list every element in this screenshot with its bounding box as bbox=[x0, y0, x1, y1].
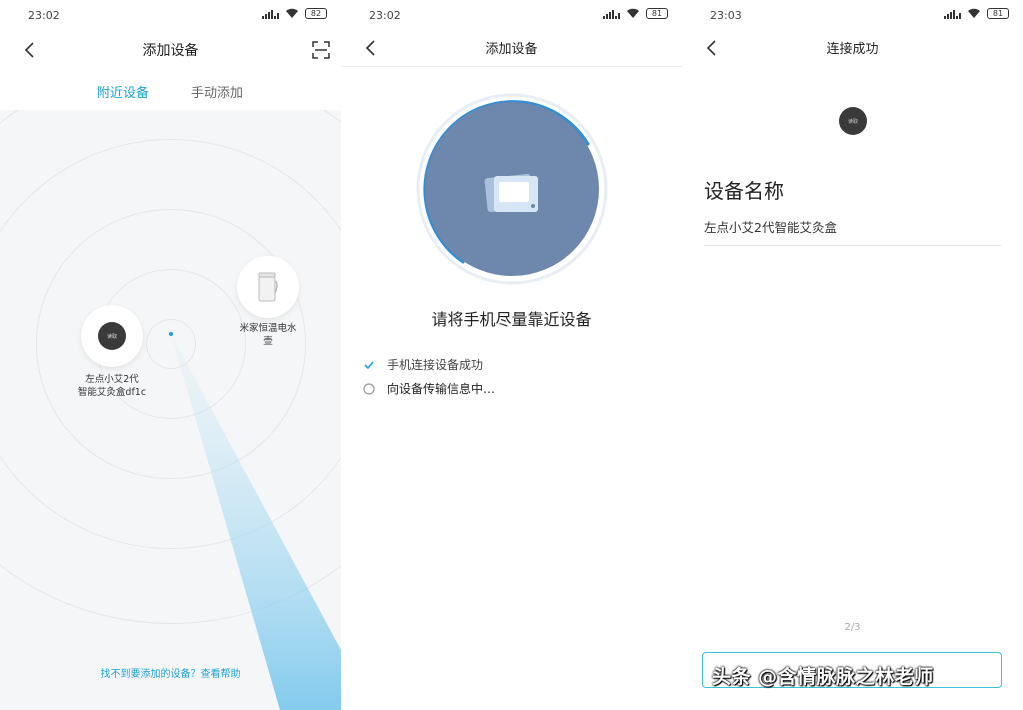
device-label-line: 壶 bbox=[263, 336, 273, 347]
input-underline bbox=[704, 245, 1001, 246]
step-connected: 手机连接设备成功 bbox=[363, 356, 483, 373]
screen-connecting: 23:02 81 添加设备 请将手机尽量靠近设备 手机连接设备成功 向设备传输信… bbox=[341, 0, 682, 710]
screens-container: 23:02 82 添加设备 附近设备 手动添加 读取 左点小艾2代 智能艾灸盒d… bbox=[0, 0, 1023, 710]
screen-add-device-nearby: 23:02 82 添加设备 附近设备 手动添加 读取 左点小艾2代 智能艾灸盒d… bbox=[0, 0, 341, 710]
screen-connect-success: 23:03 81 连接成功 读取 设备名称 左点小艾2代智能艾灸盒 2/3 bbox=[682, 0, 1023, 710]
device-image-icon bbox=[484, 173, 538, 213]
watermark-text: 头条 @含情脉脉之林老师 bbox=[712, 666, 934, 688]
device-name-heading: 设备名称 bbox=[704, 179, 784, 203]
device-kettle[interactable] bbox=[237, 256, 299, 318]
radar-scan-area: 读取 左点小艾2代 智能艾灸盒df1c 米家恒温电水 壶 找不到要添加的设备？查… bbox=[0, 110, 341, 710]
device-label-kettle: 米家恒温电水 壶 bbox=[218, 322, 318, 348]
step-label: 手机连接设备成功 bbox=[387, 358, 484, 372]
device-label-line: 左点小艾2代 bbox=[85, 374, 139, 385]
device-screen-text: 读取 bbox=[847, 118, 858, 125]
step-transferring: 向设备传输信息中… bbox=[363, 380, 495, 397]
status-time: 23:03 bbox=[710, 9, 742, 22]
wifi-icon bbox=[627, 8, 639, 18]
status-bar: 23:02 81 bbox=[341, 0, 682, 30]
page-title: 添加设备 bbox=[142, 43, 199, 59]
status-icons: 82 bbox=[262, 8, 327, 19]
page-title: 连接成功 bbox=[826, 42, 879, 57]
status-icons: 81 bbox=[944, 8, 1009, 19]
loading-spinner-icon bbox=[363, 382, 375, 395]
status-icons: 81 bbox=[603, 8, 668, 19]
battery-icon: 81 bbox=[646, 8, 668, 19]
status-bar: 23:03 81 bbox=[682, 0, 1023, 30]
navbar: 添加设备 bbox=[341, 32, 682, 64]
instruction-text: 请将手机尽量靠近设备 bbox=[431, 310, 592, 329]
radar-sweep-beam bbox=[171, 334, 341, 710]
moxibustion-box-icon: 读取 bbox=[98, 322, 126, 350]
check-icon bbox=[364, 360, 374, 369]
battery-icon: 81 bbox=[987, 8, 1009, 19]
battery-icon: 82 bbox=[305, 8, 327, 19]
wifi-icon bbox=[968, 8, 980, 18]
step-label: 向设备传输信息中… bbox=[387, 382, 496, 396]
navbar: 连接成功 bbox=[682, 32, 1023, 64]
moxibustion-box-icon: 读取 bbox=[839, 107, 867, 135]
device-label-moxibustion-box: 左点小艾2代 智能艾灸盒df1c bbox=[62, 373, 162, 399]
device-screen-text: 读取 bbox=[106, 333, 117, 340]
page-title: 添加设备 bbox=[485, 42, 538, 57]
divider bbox=[341, 66, 682, 67]
tab-manual-add[interactable]: 手动添加 bbox=[191, 82, 243, 101]
status-bar: 23:02 82 bbox=[0, 0, 341, 30]
status-time: 23:02 bbox=[369, 9, 401, 22]
device-label-line: 米家恒温电水 bbox=[239, 323, 297, 334]
signal-icon bbox=[603, 9, 620, 19]
device-name-field[interactable]: 左点小艾2代智能艾灸盒 bbox=[704, 217, 837, 236]
device-moxibustion-box[interactable]: 读取 bbox=[81, 305, 143, 367]
page-indicator: 2/3 bbox=[844, 622, 861, 633]
navbar: 添加设备 bbox=[0, 34, 341, 66]
device-label-line: 智能艾灸盒df1c bbox=[77, 387, 147, 398]
signal-icon bbox=[944, 9, 961, 19]
wifi-icon bbox=[286, 8, 298, 18]
status-time: 23:02 bbox=[28, 9, 60, 22]
radar-center-dot bbox=[169, 332, 173, 336]
kettle-icon bbox=[258, 272, 278, 302]
scan-qr-icon[interactable] bbox=[311, 40, 331, 60]
signal-icon bbox=[262, 9, 279, 19]
help-link[interactable]: 找不到要添加的设备？查看帮助 bbox=[0, 665, 341, 680]
tab-nearby-devices[interactable]: 附近设备 bbox=[97, 82, 149, 101]
tab-bar: 附近设备 手动添加 bbox=[0, 82, 341, 102]
